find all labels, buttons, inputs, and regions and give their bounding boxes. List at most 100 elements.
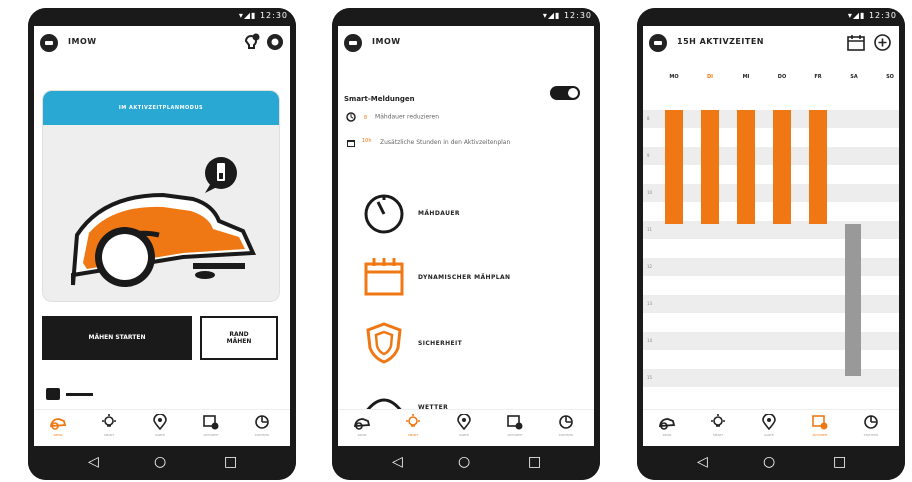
tab-smart[interactable]: SMART (698, 414, 738, 437)
app-bar: 15H AKTIVZEITEN (643, 26, 899, 60)
tab-label: IMOW (53, 433, 63, 437)
home-icon[interactable]: ○ (458, 454, 470, 470)
status-icons: ▾◢▮ 12:30 (238, 11, 288, 20)
hour-label: 11 (647, 227, 653, 232)
tab-aktivzeit[interactable]: AKTIVZEIT (191, 414, 231, 437)
notice-extra-hours[interactable]: 10h Zusätzliche Stunden in den Aktivzeit… (346, 138, 536, 148)
location-icon (153, 414, 167, 430)
calendar-icon[interactable] (847, 34, 865, 51)
tab-aktivzeit[interactable]: AKTIVZEIT (800, 414, 840, 437)
tab-label: SMART (103, 433, 115, 437)
tab-karte[interactable]: KARTE (444, 414, 484, 437)
app-title: 15H AKTIVZEITEN (677, 37, 764, 46)
feature-label: MÄHDAUER (418, 210, 460, 217)
notice-text: Zusätzliche Stunden in den Aktivzeitenpl… (380, 139, 511, 146)
activity-bar-di[interactable] (701, 110, 719, 224)
smart-notifications-row: Smart-Meldungen (344, 86, 586, 104)
tab-label: STATISTIK (254, 433, 270, 437)
menu-icon[interactable] (649, 34, 667, 52)
tab-imow[interactable]: IMOW (342, 414, 382, 437)
tab-imow[interactable]: IMOW (38, 414, 78, 437)
status-banner: IM AKTIVZEITPLANMODUS (43, 91, 279, 125)
home-screen: IMOW IM AKTIVZEITPLANMODUS MÄHEN STARTEN… (34, 26, 290, 446)
smart-notifications-toggle[interactable] (550, 86, 580, 100)
day-di[interactable]: DI (695, 74, 725, 80)
hour-label: 12 (647, 264, 653, 269)
weekday-header: MO DI MI DO FR SA SO (643, 72, 899, 86)
day-mo[interactable]: MO (659, 74, 689, 80)
tab-label: IMOW (662, 433, 672, 437)
recents-icon[interactable]: □ (528, 454, 541, 470)
bottom-tab-bar: IMOW SMART KARTE AKTIVZEIT STATISTIK (34, 409, 290, 446)
start-mowing-button[interactable]: MÄHEN STARTEN (42, 316, 192, 360)
settings-icon[interactable] (266, 33, 284, 51)
hour-label: 8 (647, 116, 650, 121)
feature-mowing-duration[interactable]: MÄHDAUER (360, 190, 580, 240)
tab-aktivzeit[interactable]: AKTIVZEIT (495, 414, 535, 437)
recents-icon[interactable]: □ (224, 454, 237, 470)
tab-karte[interactable]: KARTE (749, 414, 789, 437)
edge-mowing-button[interactable]: RAND MÄHEN (200, 316, 278, 360)
bulb-notification-icon[interactable] (242, 33, 260, 51)
activity-bar-sa[interactable] (845, 224, 861, 376)
tab-statistik[interactable]: STATISTIK (242, 414, 282, 437)
calendar-icon (347, 140, 355, 147)
activity-bar-mi[interactable] (737, 110, 755, 224)
android-nav-bar: ◁ ○ □ (637, 446, 905, 480)
day-fr[interactable]: FR (803, 74, 833, 80)
android-nav-bar: ◁ ○ □ (28, 446, 296, 480)
tab-label: STATISTIK (863, 433, 879, 437)
mower-illustration (71, 157, 257, 287)
shield-icon (366, 322, 402, 364)
clock-icon (346, 112, 356, 122)
hour-label: 9 (647, 153, 650, 158)
home-icon[interactable]: ○ (763, 454, 775, 470)
tab-label: AKTIVZEIT (812, 433, 828, 437)
timer-icon (364, 194, 404, 234)
tab-statistik[interactable]: STATISTIK (851, 414, 891, 437)
day-sa[interactable]: SA (839, 74, 869, 80)
tab-label: KARTE (764, 433, 774, 437)
location-icon (457, 414, 471, 430)
activity-bar-mo[interactable] (665, 110, 683, 224)
tab-label: AKTIVZEIT (507, 433, 523, 437)
hour-label: 15 (647, 375, 653, 380)
app-title: IMOW (372, 37, 401, 46)
smart-screen: IMOW Smart-Meldungen 8 Mähdauer reduzier… (338, 26, 594, 446)
back-icon[interactable]: ◁ (392, 454, 403, 470)
day-do[interactable]: DO (767, 74, 797, 80)
back-icon[interactable]: ◁ (88, 454, 99, 470)
day-mi[interactable]: MI (731, 74, 761, 80)
app-title: IMOW (68, 37, 97, 46)
home-icon[interactable]: ○ (154, 454, 166, 470)
chart-icon (255, 415, 269, 429)
menu-icon[interactable] (344, 34, 362, 52)
status-bar: ▾◢▮ 12:30 (28, 8, 296, 26)
tab-smart[interactable]: SMART (89, 414, 129, 437)
day-so[interactable]: SO (875, 74, 899, 80)
status-icons: ▾◢▮ 12:30 (542, 11, 592, 20)
notice-mowing-time[interactable]: 8 Mähdauer reduzieren (346, 112, 439, 122)
bulb-icon (102, 414, 116, 427)
add-icon[interactable] (874, 34, 891, 51)
chart-icon (559, 415, 573, 429)
calendar-icon (364, 258, 404, 296)
feature-security[interactable]: SICHERHEIT (360, 320, 580, 370)
activity-bar-do[interactable] (773, 110, 791, 224)
status-icons: ▾◢▮ 12:30 (847, 11, 897, 20)
activity-bar-fr[interactable] (809, 110, 827, 224)
tab-karte[interactable]: KARTE (140, 414, 180, 437)
bottom-tab-bar: IMOW SMART KARTE AKTIVZEIT STATISTIK (338, 409, 594, 446)
location-icon (762, 414, 776, 430)
back-icon[interactable]: ◁ (697, 454, 708, 470)
menu-icon[interactable] (40, 34, 58, 52)
calendar-mower-icon (507, 415, 523, 430)
tab-statistik[interactable]: STATISTIK (546, 414, 586, 437)
tab-smart[interactable]: SMART (393, 414, 433, 437)
recents-icon[interactable]: □ (833, 454, 846, 470)
status-time: 12:30 (868, 11, 897, 20)
feature-dynamic-schedule[interactable]: DYNAMISCHER MÄHPLAN (360, 254, 580, 304)
status-time: 12:30 (259, 11, 288, 20)
tab-imow[interactable]: IMOW (647, 414, 687, 437)
tab-label: KARTE (155, 433, 165, 437)
